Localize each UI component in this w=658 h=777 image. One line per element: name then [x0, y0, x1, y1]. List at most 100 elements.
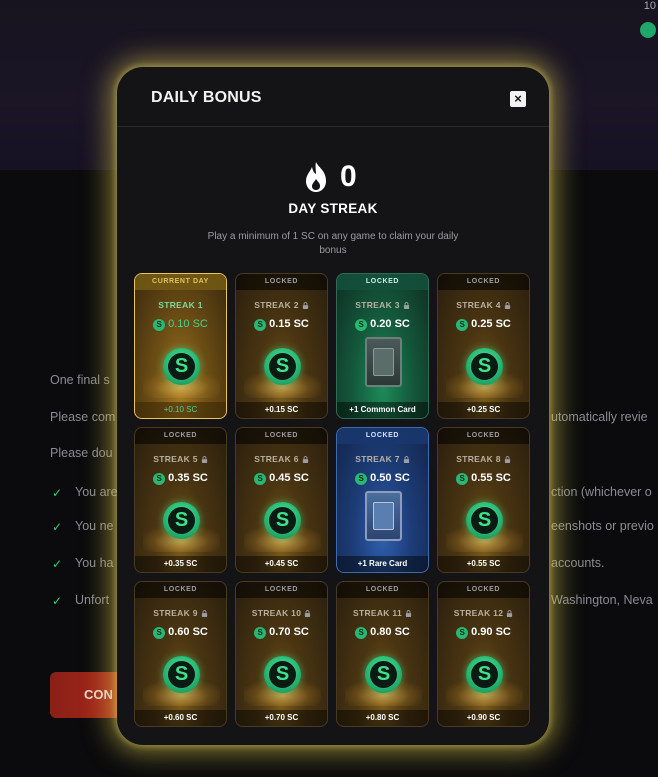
sweeps-coin-icon: S — [264, 348, 301, 385]
card-reward: +1 Rare Card — [337, 556, 428, 572]
streak-card-9[interactable]: LOCKED STREAK 9 S 0.60 SC S +0.60 SC — [134, 581, 227, 727]
sweeps-coin-icon: S — [163, 502, 200, 539]
card-amount: S 0.50 SC — [337, 472, 428, 485]
streak-card-7[interactable]: LOCKED STREAK 7 S 0.50 SC +1 Rare Card — [336, 427, 429, 573]
streak-card-5[interactable]: LOCKED STREAK 5 S 0.35 SC S +0.35 SC — [134, 427, 227, 573]
card-reward: +0.55 SC — [438, 556, 529, 572]
card-status-badge: LOCKED — [236, 582, 327, 598]
card-amount: S 0.55 SC — [438, 472, 529, 485]
modal-title: DAILY BONUS — [151, 89, 262, 106]
card-streak-name: STREAK 2 — [236, 300, 327, 310]
card-streak-name: STREAK 3 — [337, 300, 428, 310]
sweeps-coin-icon: S — [466, 348, 503, 385]
card-amount: S 0.70 SC — [236, 626, 327, 639]
bg-text-line: utomatically revie — [551, 410, 648, 424]
coin-glyph: S — [168, 353, 195, 380]
sc-coin-icon: S — [254, 627, 267, 639]
card-streak-name-text: STREAK 8 — [456, 454, 501, 464]
card-amount-text: 0.70 SC — [269, 626, 309, 638]
bg-text-line: Washington, Neva — [551, 593, 653, 607]
card-amount-text: 0.35 SC — [168, 472, 208, 484]
streak-card-3[interactable]: LOCKED STREAK 3 S 0.20 SC +1 Common Card — [336, 273, 429, 419]
close-button[interactable]: × — [510, 91, 526, 107]
lock-icon — [201, 456, 207, 463]
streak-count: 0 — [340, 160, 357, 193]
card-streak-name-text: STREAK 3 — [355, 300, 400, 310]
card-reward: +0.45 SC — [236, 556, 327, 572]
streak-card-1[interactable]: CURRENT DAY STREAK 1 S 0.10 SC S +0.10 SC — [134, 273, 227, 419]
card-reward: +0.10 SC — [135, 402, 226, 418]
sc-coin-icon: S — [254, 319, 267, 331]
streak-card-2[interactable]: LOCKED STREAK 2 S 0.15 SC S +0.15 SC — [235, 273, 328, 419]
card-reward: +1 Common Card — [337, 402, 428, 418]
card-status-badge: LOCKED — [438, 582, 529, 598]
bg-text-line: You ne — [75, 519, 114, 533]
card-streak-name-text: STREAK 10 — [251, 608, 302, 618]
card-reward: +0.80 SC — [337, 710, 428, 726]
coin-glyph: S — [471, 661, 498, 688]
card-amount: S 0.45 SC — [236, 472, 327, 485]
check-icon: ✓ — [52, 486, 63, 500]
card-status-badge: LOCKED — [236, 428, 327, 444]
sweeps-coin-icon: S — [163, 656, 200, 693]
card-amount-text: 0.90 SC — [471, 626, 511, 638]
card-streak-name: STREAK 4 — [438, 300, 529, 310]
card-reward: +0.60 SC — [135, 710, 226, 726]
sc-coin-icon: S — [355, 473, 368, 485]
card-amount: S 0.35 SC — [135, 472, 226, 485]
card-amount: S 0.20 SC — [337, 318, 428, 331]
card-amount-text: 0.55 SC — [471, 472, 511, 484]
card-status-badge: LOCKED — [337, 582, 428, 598]
card-reward: +0.25 SC — [438, 402, 529, 418]
sc-coin-icon: S — [153, 627, 166, 639]
lock-icon — [305, 610, 311, 617]
card-streak-name: STREAK 10 — [236, 608, 327, 618]
card-streak-name-text: STREAK 2 — [254, 300, 299, 310]
card-streak-name-text: STREAK 12 — [453, 608, 504, 618]
card-amount-text: 0.80 SC — [370, 626, 410, 638]
sweeps-coin-icon: S — [264, 656, 301, 693]
card-streak-name-text: STREAK 11 — [353, 608, 402, 618]
streak-label: DAY STREAK — [288, 201, 378, 216]
balance-text: 10 — [643, 0, 656, 12]
close-icon: × — [514, 91, 522, 106]
sweeps-coin-icon: S — [163, 348, 200, 385]
card-amount-text: 0.15 SC — [269, 318, 309, 330]
streak-card-8[interactable]: LOCKED STREAK 8 S 0.55 SC S +0.55 SC — [437, 427, 530, 573]
card-amount-text: 0.10 SC — [168, 318, 208, 330]
daily-bonus-modal: DAILY BONUS × 0 DAY STREAK Play a minimu… — [117, 67, 549, 745]
card-streak-name: STREAK 9 — [135, 608, 226, 618]
streak-card-11[interactable]: LOCKED STREAK 11 S 0.80 SC S +0.80 SC — [336, 581, 429, 727]
card-status-badge: LOCKED — [438, 274, 529, 290]
bg-text-line: eenshots or previo — [551, 519, 654, 533]
rare-card-pack-icon — [365, 491, 402, 541]
balance-corner: 10 — [538, 0, 658, 60]
sc-coin-icon: S — [153, 473, 166, 485]
bg-text-line: Please com — [50, 410, 116, 424]
modal-header: DAILY BONUS × — [117, 67, 549, 127]
check-icon: ✓ — [52, 520, 63, 534]
coin-glyph: S — [269, 507, 296, 534]
card-streak-name-text: STREAK 9 — [153, 608, 198, 618]
bg-text-line: ction (whichever o — [551, 485, 652, 499]
card-amount: S 0.10 SC — [135, 318, 226, 331]
card-streak-name-text: STREAK 4 — [456, 300, 501, 310]
common-card-pack-icon — [365, 337, 402, 387]
card-streak-name-text: STREAK 1 — [158, 300, 203, 310]
card-streak-name-text: STREAK 6 — [254, 454, 299, 464]
lock-icon — [302, 302, 308, 309]
card-amount: S 0.15 SC — [236, 318, 327, 331]
streak-card-12[interactable]: LOCKED STREAK 12 S 0.90 SC S +0.90 SC — [437, 581, 530, 727]
card-streak-name-text: STREAK 7 — [355, 454, 400, 464]
card-amount-text: 0.60 SC — [168, 626, 208, 638]
coin-glyph: S — [471, 353, 498, 380]
coin-glyph: S — [471, 507, 498, 534]
card-reward: +0.70 SC — [236, 710, 327, 726]
lock-icon — [201, 610, 207, 617]
coin-glyph: S — [269, 353, 296, 380]
streak-card-4[interactable]: LOCKED STREAK 4 S 0.25 SC S +0.25 SC — [437, 273, 530, 419]
streak-card-10[interactable]: LOCKED STREAK 10 S 0.70 SC S +0.70 SC — [235, 581, 328, 727]
card-status-badge: LOCKED — [438, 428, 529, 444]
card-amount-text: 0.20 SC — [370, 318, 410, 330]
streak-card-6[interactable]: LOCKED STREAK 6 S 0.45 SC S +0.45 SC — [235, 427, 328, 573]
